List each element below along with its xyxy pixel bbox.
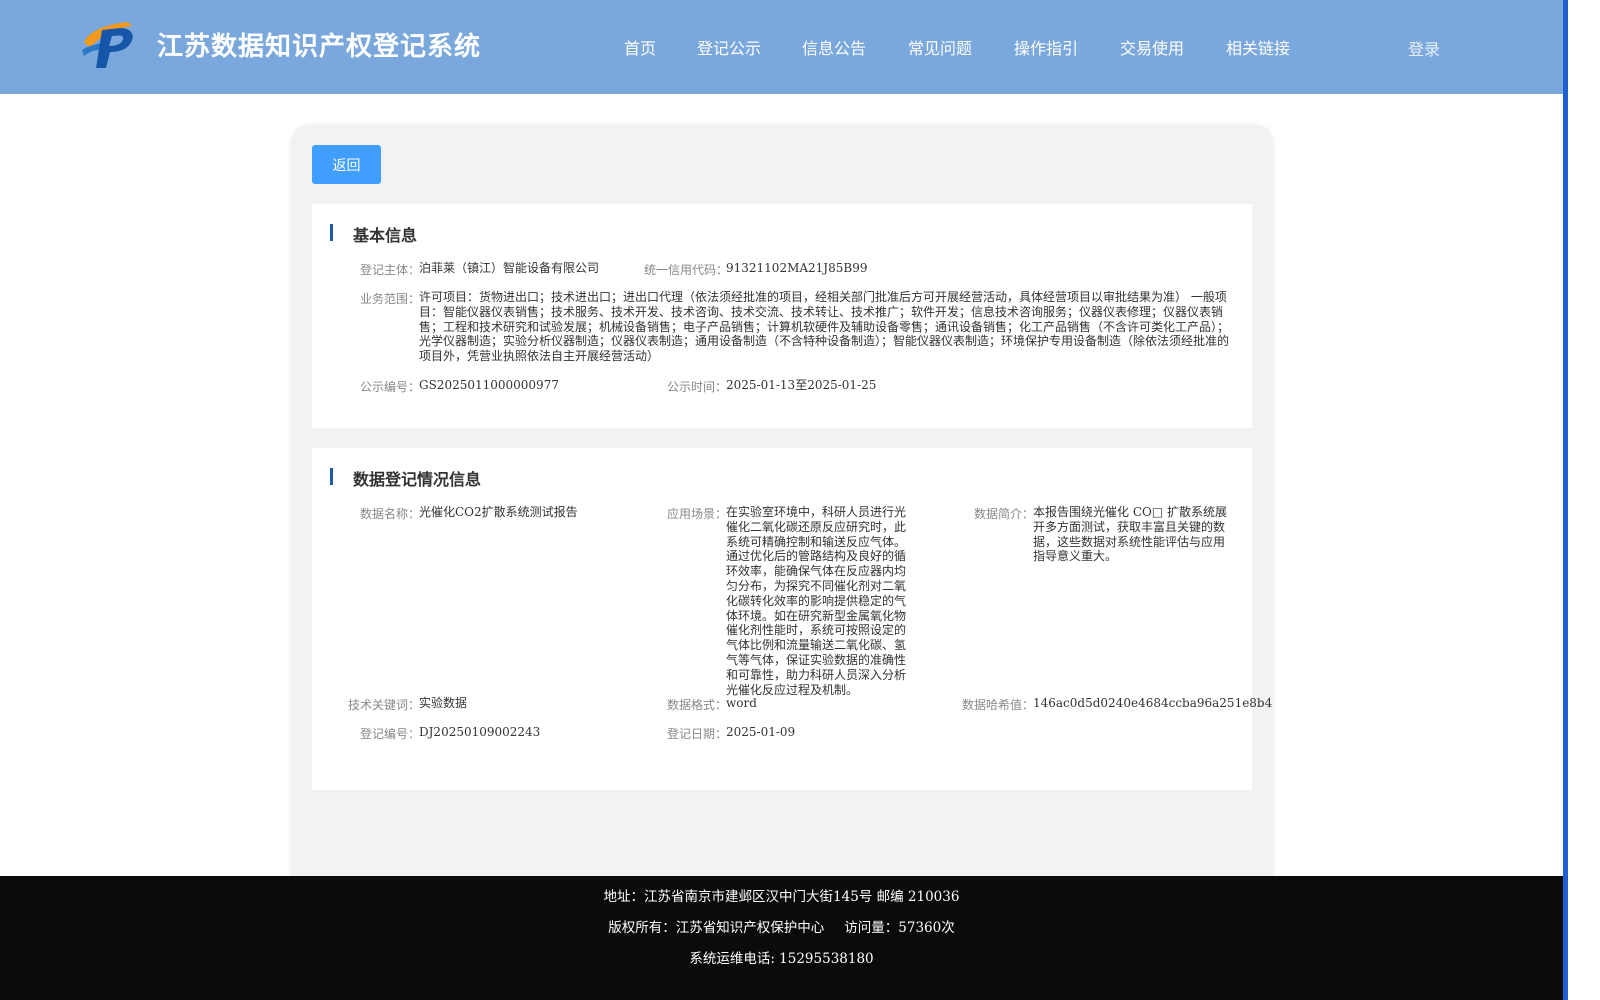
format-value: word	[726, 696, 757, 710]
footer-copyright: 版权所有：江苏省知识产权保护中心	[608, 920, 825, 936]
site-title: 江苏数据知识产权登记系统	[157, 32, 482, 62]
hash-label: 数据哈希值：	[962, 698, 1035, 712]
nav-trading[interactable]: 交易使用	[1120, 35, 1184, 59]
subject-label: 登记主体：	[360, 263, 421, 277]
login-link[interactable]: 登录	[1408, 36, 1440, 60]
pub-time-value: 2025-01-13至2025-01-25	[726, 378, 877, 392]
footer-copyright-row: 版权所有：江苏省知识产权保护中心 访问量：57360次	[0, 916, 1563, 936]
reg-date-value: 2025-01-09	[726, 725, 796, 739]
footer-phone: 系统运维电话: 15295538180	[689, 951, 874, 967]
hash-value: 146ac0d5d0240e4684ccba96a251e8b4	[1033, 696, 1273, 710]
basic-info-title: 基本信息	[353, 226, 418, 245]
site-footer: 地址：江苏省南京市建邺区汉中门大街145号 邮编 210036 版权所有：江苏省…	[0, 876, 1563, 1000]
nav-home[interactable]: 首页	[624, 35, 656, 59]
footer-address: 地址：江苏省南京市建邺区汉中门大街145号 邮编 210036	[603, 889, 960, 905]
basic-info-card: 基本信息 登记主体： 泊菲莱（镇江）智能设备有限公司 统一信用代码： 91321…	[312, 204, 1252, 428]
reg-no-label: 登记编号：	[360, 727, 421, 741]
top-header: 江苏数据知识产权登记系统 首页 登记公示 信息公告 常见问题 操作指引 交易使用…	[0, 0, 1563, 94]
format-label: 数据格式：	[667, 698, 728, 712]
section-accent-bar	[330, 468, 333, 485]
pub-no-label: 公示编号：	[360, 380, 421, 394]
section-accent-bar	[330, 224, 333, 241]
site-logo-icon	[82, 22, 133, 68]
business-scope-value: 许可项目：货物进出口；技术进出口；进出口代理（依法须经批准的项目，经相关部门批准…	[419, 290, 1230, 364]
keyword-label: 技术关键词：	[348, 698, 421, 712]
detail-panel: 返回 基本信息 登记主体： 泊菲莱（镇江）智能设备有限公司 统一信用代码： 91…	[292, 125, 1272, 925]
right-edge	[1563, 0, 1600, 1000]
footer-visits: 访问量：57360次	[844, 920, 955, 936]
scene-value: 在实验室环境中，科研人员进行光催化二氧化碳还原反应研究时，此系统可精确控制和输送…	[726, 505, 907, 697]
data-name-label: 数据名称：	[360, 507, 421, 521]
nav-announcements[interactable]: 信息公告	[802, 35, 866, 59]
nav-links[interactable]: 相关链接	[1226, 35, 1290, 59]
credit-code-value: 91321102MA21J85B99	[726, 261, 868, 275]
keyword-value: 实验数据	[419, 696, 468, 710]
intro-label: 数据简介：	[974, 507, 1035, 521]
business-scope-label: 业务范围：	[360, 292, 421, 306]
subject-value: 泊菲莱（镇江）智能设备有限公司	[419, 261, 600, 275]
nav-faq[interactable]: 常见问题	[908, 35, 972, 59]
scene-label: 应用场景：	[667, 507, 728, 521]
data-info-title: 数据登记情况信息	[353, 470, 482, 489]
intro-value: 本报告围绕光催化 CO□ 扩散系统展开多方面测试，获取丰富且关键的数据，这些数据…	[1033, 505, 1227, 564]
reg-no-value: DJ20250109002243	[419, 725, 541, 739]
pub-no-value: GS2025011000000977	[419, 378, 559, 392]
data-name-value: 光催化CO2扩散系统测试报告	[419, 505, 578, 519]
back-button[interactable]: 返回	[312, 145, 381, 184]
data-info-card: 数据登记情况信息 数据名称： 光催化CO2扩散系统测试报告 应用场景： 在实验室…	[312, 448, 1272, 790]
nav-registration-public[interactable]: 登记公示	[697, 35, 761, 59]
nav-guide[interactable]: 操作指引	[1014, 35, 1078, 59]
reg-date-label: 登记日期：	[667, 727, 728, 741]
credit-code-label: 统一信用代码：	[644, 263, 729, 277]
pub-time-label: 公示时间：	[667, 380, 728, 394]
